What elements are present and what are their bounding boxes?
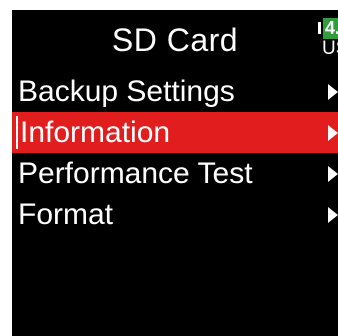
page-title: SD Card	[111, 22, 239, 58]
menu-item-label: Performance Test	[18, 157, 253, 190]
menu-item-backup-settings[interactable]: Backup Settings	[12, 71, 338, 112]
battery-indicator: 4.9 USB	[318, 18, 338, 62]
menu-item-label: Backup Settings	[18, 75, 235, 108]
device-screen: SD Card 4.9 USB Backup Settings Informat…	[12, 10, 338, 336]
menu-item-performance-test[interactable]: Performance Test	[12, 153, 338, 194]
menu-item-information[interactable]: Information	[12, 112, 338, 153]
arrow-right-icon	[328, 207, 338, 223]
battery-level: 4.9	[323, 18, 338, 39]
arrow-right-icon	[328, 125, 338, 141]
header: SD Card 4.9 USB	[12, 10, 338, 70]
arrow-right-icon	[328, 84, 338, 100]
power-source-label: USB	[322, 38, 338, 59]
menu-item-label: Format	[18, 198, 114, 231]
menu-list: Backup Settings Information Performance …	[12, 71, 338, 235]
arrow-right-icon	[328, 166, 338, 182]
menu-item-label: Information	[16, 116, 171, 149]
battery-terminal-icon	[318, 22, 321, 34]
menu-item-format[interactable]: Format	[12, 194, 338, 235]
